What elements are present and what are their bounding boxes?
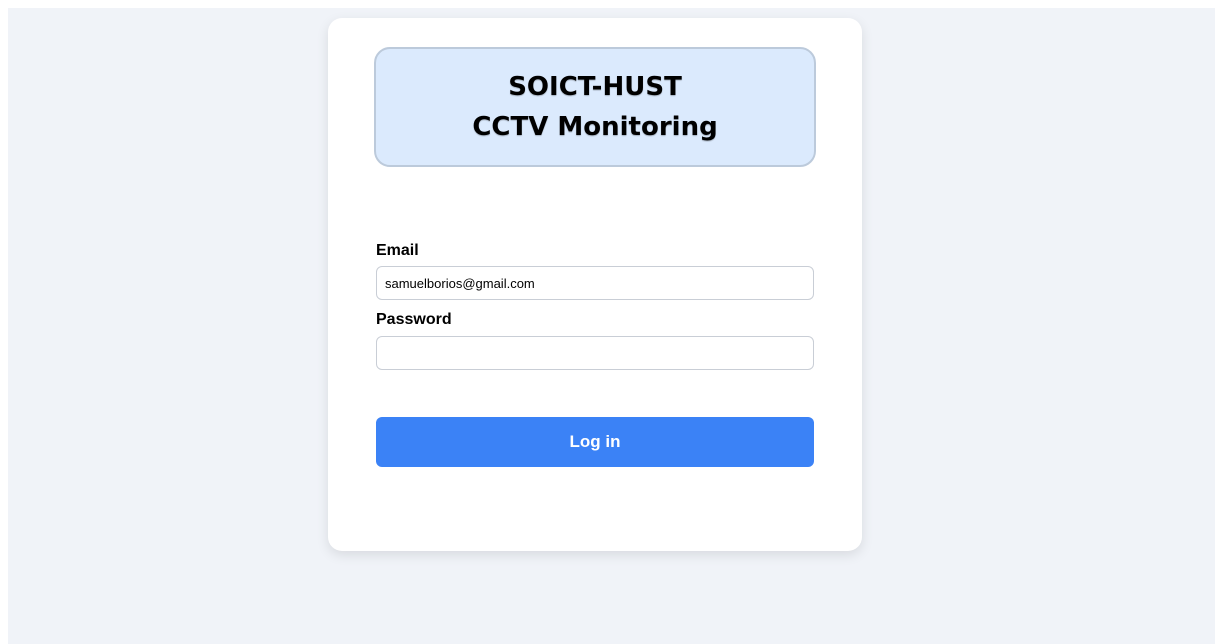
title-line-1: SOICT-HUST [508, 72, 682, 102]
page-background: SOICT-HUST CCTV Monitoring Email Passwor… [8, 8, 1215, 644]
login-button[interactable]: Log in [376, 417, 814, 467]
login-card: SOICT-HUST CCTV Monitoring Email Passwor… [328, 18, 862, 551]
email-label: Email [376, 242, 419, 259]
title-banner: SOICT-HUST CCTV Monitoring [374, 47, 816, 167]
title-line-2: CCTV Monitoring [472, 112, 718, 142]
password-field[interactable] [376, 336, 814, 370]
password-label: Password [376, 311, 452, 328]
email-field[interactable] [376, 266, 814, 300]
